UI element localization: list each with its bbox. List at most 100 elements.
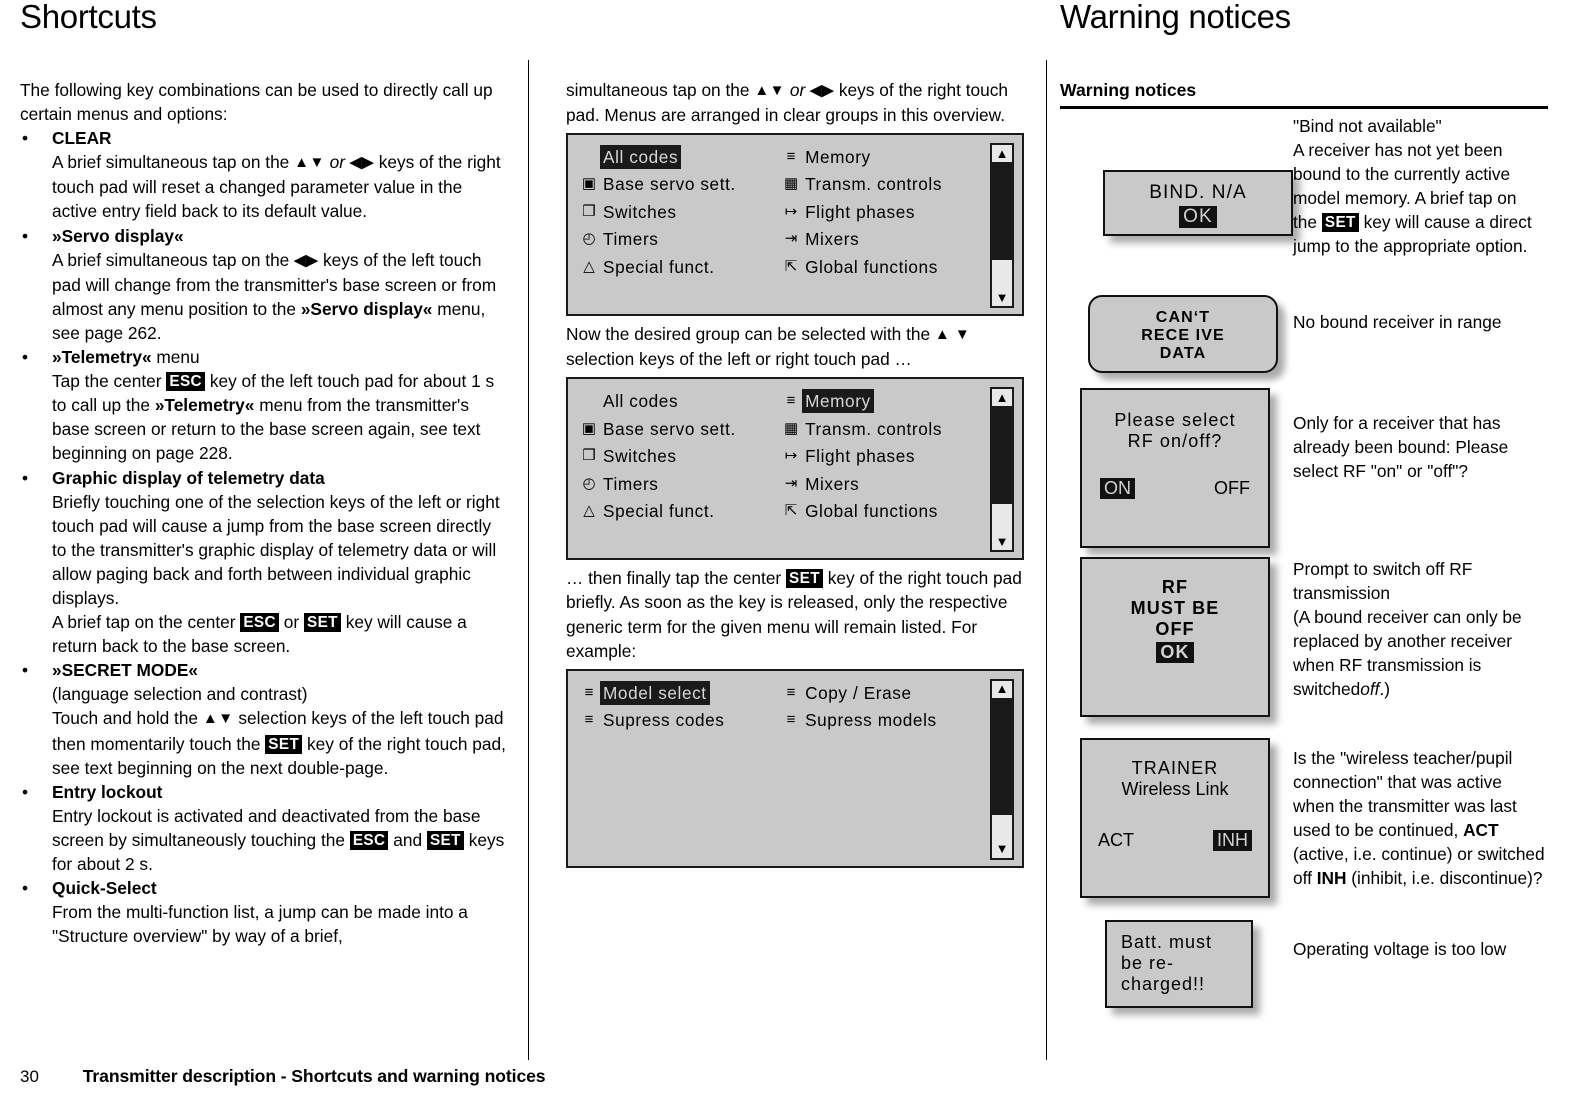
- lcd-item-model-select[interactable]: ≡ Model select: [578, 680, 780, 705]
- lcd-popup-cant-receive-data[interactable]: CAN‘T RECE IVE DATA: [1088, 295, 1278, 373]
- inh-option-button[interactable]: INH: [1213, 830, 1252, 851]
- lcd-scrollbar[interactable]: ▲ ▼: [990, 678, 1014, 860]
- lcd-item-base-servo-sett[interactable]: ▣ Base servo sett.: [578, 417, 780, 441]
- lcd-screen-memory-group[interactable]: ≡ Model select ≡ Copy / Erase ≡ Supress …: [566, 668, 1024, 868]
- lcd-item-mixers[interactable]: ⇥ Mixers: [780, 227, 986, 251]
- text-emphasis: »Telemetry«: [154, 395, 255, 416]
- lcd-item-global-functions[interactable]: ⇱ Global functions: [780, 255, 986, 279]
- lcd-item-mixers[interactable]: ⇥ Mixers: [780, 472, 986, 496]
- servo-icon: ▣: [581, 175, 597, 193]
- menu-intro-paragraph: simultaneous tap on the ▲▼ or ◀▶ keys of…: [566, 78, 1028, 127]
- lcd-popup-please-select-rf[interactable]: Please select RF on/off? ON OFF: [1080, 388, 1270, 548]
- esc-key-chip: ESC: [349, 830, 389, 850]
- shortcut-telemetry-menu: »Telemetry« menu Tap the center ESC key …: [20, 345, 510, 465]
- scrollbar-thumb[interactable]: [992, 406, 1012, 505]
- notice-body: A receiver has not yet been bound to the…: [1293, 138, 1545, 258]
- scroll-down-arrow-icon[interactable]: ▼: [992, 289, 1012, 306]
- popup-line: BIND. N/A: [1149, 182, 1247, 203]
- list-icon: ≡: [786, 147, 796, 165]
- lcd-item-label: Supress models: [805, 710, 937, 730]
- lcd-item-label: Flight phases: [805, 446, 916, 467]
- lcd-scrollbar[interactable]: ▲ ▼: [990, 143, 1014, 309]
- text-or: or: [283, 612, 300, 633]
- popup-line: OK: [1105, 206, 1291, 228]
- lcd-item-timers[interactable]: ◴ Timers: [578, 227, 780, 251]
- popup-line: Wireless Link: [1121, 779, 1229, 799]
- lcd-item-memory[interactable]: ≡ Memory: [780, 389, 986, 414]
- off-option-button[interactable]: OFF: [1214, 478, 1250, 499]
- text-fragment: (inhibit, i.e. discontinue)?: [1351, 868, 1543, 889]
- transmitter-icon: ▦: [783, 419, 799, 437]
- notice-body: Prompt to switch off RF transmission: [1293, 559, 1473, 604]
- notice-cant-receive-screen-wrap: CAN‘T RECE IVE DATA: [1088, 295, 1278, 373]
- lcd-item-label: All codes: [600, 144, 682, 169]
- left-right-arrows-icon: ◀▶: [810, 82, 835, 99]
- lcd-item-memory[interactable]: ≡ Memory: [780, 145, 986, 169]
- lcd-item-all-codes[interactable]: All codes: [578, 389, 780, 413]
- list-icon: ≡: [786, 683, 796, 701]
- act-option-button[interactable]: ACT: [1098, 830, 1134, 851]
- lcd-item-base-servo-sett[interactable]: ▣ Base servo sett.: [578, 172, 780, 196]
- lcd-item-special-funct[interactable]: △ Special funct.: [578, 499, 780, 523]
- lcd-scrollbar[interactable]: ▲ ▼: [990, 387, 1014, 553]
- scroll-down-arrow-icon[interactable]: ▼: [992, 533, 1012, 550]
- text-or: or: [789, 80, 806, 100]
- lcd-popup-batt-must-be-recharged[interactable]: Batt. must be re- charged!!: [1105, 920, 1253, 1008]
- scroll-up-arrow-icon[interactable]: ▲: [992, 145, 1012, 162]
- lcd-item-label: Model select: [600, 680, 710, 705]
- lcd-item-global-functions[interactable]: ⇱ Global functions: [780, 499, 986, 523]
- scroll-down-arrow-icon[interactable]: ▼: [992, 841, 1012, 858]
- lcd-item-switches[interactable]: ❒ Switches: [578, 200, 780, 224]
- section-rule: [1060, 106, 1548, 110]
- up-down-arrows-icon: ▲▼: [754, 82, 786, 99]
- lcd-item-switches[interactable]: ❒ Switches: [578, 444, 780, 468]
- text-emphasis: off: [1360, 679, 1380, 700]
- shortcut-title: »SECRET MODE«: [52, 660, 198, 681]
- shortcut-title: CLEAR: [52, 128, 112, 149]
- ok-button[interactable]: OK: [1156, 642, 1194, 663]
- text-fragment: menu: [151, 347, 200, 368]
- lcd-item-flight-phases[interactable]: ↦ Flight phases: [780, 444, 986, 468]
- section-heading: Warning notices: [1060, 80, 1197, 100]
- lcd-item-label: Mixers: [805, 473, 860, 494]
- shortcut-quick-select: Quick-Select From the multi-function lis…: [20, 876, 510, 948]
- shortcut-body: A brief simultaneous tap on the ▲▼ or ◀▶…: [52, 150, 510, 223]
- lcd-item-flight-phases[interactable]: ↦ Flight phases: [780, 200, 986, 224]
- clock-icon: ◴: [582, 474, 596, 492]
- lcd-item-supress-models[interactable]: ≡ Supress models: [780, 708, 986, 732]
- lcd-row: ❒ Switches ↦ Flight phases: [578, 442, 986, 470]
- switch-icon: ❒: [582, 447, 596, 465]
- page-title-right: Warning notices: [1060, 0, 1291, 35]
- lcd-item-special-funct[interactable]: △ Special funct.: [578, 255, 780, 279]
- lcd-popup-rf-must-be-off[interactable]: RF MUST BE OFF OK: [1080, 557, 1270, 717]
- scrollbar-thumb[interactable]: [992, 697, 1012, 815]
- scroll-up-arrow-icon[interactable]: ▲: [992, 681, 1012, 698]
- text-fragment: .): [1379, 679, 1391, 700]
- lcd-item-transm-controls[interactable]: ▦ Transm. controls: [780, 172, 986, 196]
- lcd-item-label: Memory: [802, 389, 874, 414]
- lcd-item-supress-codes[interactable]: ≡ Supress codes: [578, 708, 780, 732]
- lcd-item-transm-controls[interactable]: ▦ Transm. controls: [780, 417, 986, 441]
- ok-button[interactable]: OK: [1179, 206, 1217, 228]
- popup-line: be re-: [1121, 953, 1175, 973]
- column-menu-overview: simultaneous tap on the ▲▼ or ◀▶ keys of…: [566, 78, 1028, 874]
- lcd-item-timers[interactable]: ◴ Timers: [578, 472, 780, 496]
- text-emphasis: INH: [1316, 868, 1347, 889]
- scrollbar-thumb[interactable]: [992, 162, 1012, 261]
- scroll-up-arrow-icon[interactable]: ▲: [992, 389, 1012, 406]
- lcd-item-copy-erase[interactable]: ≡ Copy / Erase: [780, 681, 986, 705]
- shortcut-body-2: A brief tap on the center ESC or SET key…: [52, 610, 510, 658]
- text-emphasis: ACT: [1463, 820, 1499, 841]
- lcd-item-label: Mixers: [805, 229, 860, 250]
- lcd-screen-all-codes[interactable]: All codes ≡ Memory ▣ Base servo sett. ▦ …: [566, 133, 1024, 317]
- on-option-button[interactable]: ON: [1100, 478, 1135, 499]
- list-icon: ≡: [584, 683, 594, 701]
- lcd-screen-memory-selected[interactable]: All codes ≡ Memory ▣ Base servo sett. ▦ …: [566, 377, 1024, 561]
- shortcut-secret-mode: »SECRET MODE« (language selection and co…: [20, 658, 510, 779]
- notice-quote: "Bind not available": [1293, 116, 1442, 136]
- lcd-popup-trainer-wireless-link[interactable]: TRAINER Wireless Link ACT INH: [1080, 738, 1270, 898]
- lcd-popup-bind-not-available[interactable]: BIND. N/A OK: [1103, 170, 1293, 236]
- notice-body: Is the "wireless teacher/pupil connectio…: [1293, 746, 1545, 891]
- popup-line: RF on/off?: [1127, 431, 1223, 451]
- lcd-item-all-codes[interactable]: All codes: [578, 144, 780, 169]
